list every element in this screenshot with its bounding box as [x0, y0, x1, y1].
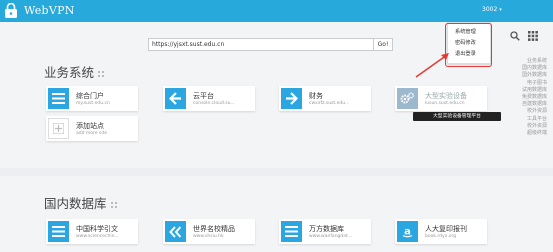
amazon-a-icon: a	[397, 221, 418, 242]
card-url: lusun.sust.edu.cn	[425, 101, 465, 106]
card-world-courses[interactable]: 世界名校精品 www.shsiu.hk	[163, 219, 255, 244]
card-title: 综合门户	[76, 92, 104, 100]
card-url: www.wanfangdat...	[309, 234, 353, 239]
card-url: www.sciencechin...	[76, 234, 119, 239]
card-lab-equipment[interactable]: 大型实验设备 lusun.sust.edu.cn	[395, 86, 487, 111]
section-divider	[0, 168, 553, 176]
card-finance[interactable]: 财务 cwxxfz.sust.edu...	[279, 86, 371, 111]
card-url: book.rdyx.org	[425, 234, 457, 239]
search-icon[interactable]	[510, 31, 520, 41]
top-bar: WebVPN 3002 ▾	[0, 0, 553, 22]
card-wanfang[interactable]: 万方数据库 www.wanfangdat...	[279, 219, 371, 244]
card-url: cwxxfz.sust.edu...	[309, 101, 350, 106]
nav-item[interactable]: 校外资源	[499, 123, 547, 130]
list-icon	[48, 221, 69, 242]
nav-item[interactable]: 电子图书	[499, 80, 547, 87]
card-url: add more site	[76, 131, 108, 136]
card-url: my.sust.edu.cn	[76, 101, 110, 106]
card-title: 世界名校精品	[193, 225, 235, 233]
nav-item[interactable]: 工具平台	[499, 116, 547, 123]
caret-down-icon: ▾	[499, 7, 502, 13]
card-title: 大型实验设备	[425, 92, 467, 100]
nav-item[interactable]: 校外资源	[499, 108, 547, 115]
card-title: 万方数据库	[309, 225, 344, 233]
nav-item[interactable]: 国外数据库	[499, 72, 547, 79]
arrow-left-icon	[165, 88, 186, 109]
double-chevron-left-icon	[165, 221, 186, 242]
arrow-right-icon	[281, 88, 302, 109]
section-title-text: 国内数据库	[44, 196, 107, 211]
card-portal[interactable]: 综合门户 my.sust.edu.cn	[46, 86, 138, 111]
card-cscd[interactable]: 中国科学引文 www.sciencechin...	[46, 219, 138, 244]
card-title: 云平台	[193, 92, 214, 100]
category-nav: 业务系统 国内数据库 国外数据库 电子图书 试用数据库 免费数据库 自建数据库 …	[499, 58, 547, 137]
section-title-text: 业务系统	[44, 65, 95, 80]
url-input[interactable]: https://yjsxt.sust.edu.cn	[148, 38, 376, 51]
add-site-icon	[48, 118, 69, 139]
user-id: 3002	[482, 6, 498, 13]
card-title: 中国科学引文	[76, 225, 118, 233]
grid-small-icon[interactable]	[98, 70, 105, 77]
logo-text: WebVPN	[24, 4, 75, 17]
list-icon	[281, 221, 302, 242]
gears-icon	[397, 88, 418, 109]
card-title: 财务	[309, 92, 323, 100]
user-menu[interactable]: 3002 ▾	[482, 6, 502, 13]
card-rdyx[interactable]: a 人大复印报刊 book.rdyx.org	[395, 219, 487, 244]
grid-small-icon[interactable]	[110, 201, 117, 208]
card-add-site[interactable]: 添加站点 add more site	[46, 116, 138, 141]
annotation-arrow	[415, 53, 449, 78]
nav-item[interactable]: 试用数据库	[499, 87, 547, 94]
tooltip: 大型实验设备管理平台	[413, 112, 501, 121]
go-button[interactable]: Go!	[373, 38, 393, 51]
grid-icon[interactable]	[528, 31, 538, 41]
lock-icon	[5, 3, 17, 18]
card-url: console.cloud.su...	[193, 101, 235, 106]
section-title-business: 业务系统	[44, 62, 105, 81]
card-title: 人大复印报刊	[425, 225, 467, 233]
card-title: 添加站点	[76, 122, 104, 130]
nav-item[interactable]: 超级终端	[499, 130, 547, 137]
list-icon	[48, 88, 69, 109]
card-url: www.shsiu.hk	[193, 234, 224, 239]
section-title-domestic-db: 国内数据库	[44, 193, 117, 212]
card-cloud[interactable]: 云平台 console.cloud.su...	[163, 86, 255, 111]
